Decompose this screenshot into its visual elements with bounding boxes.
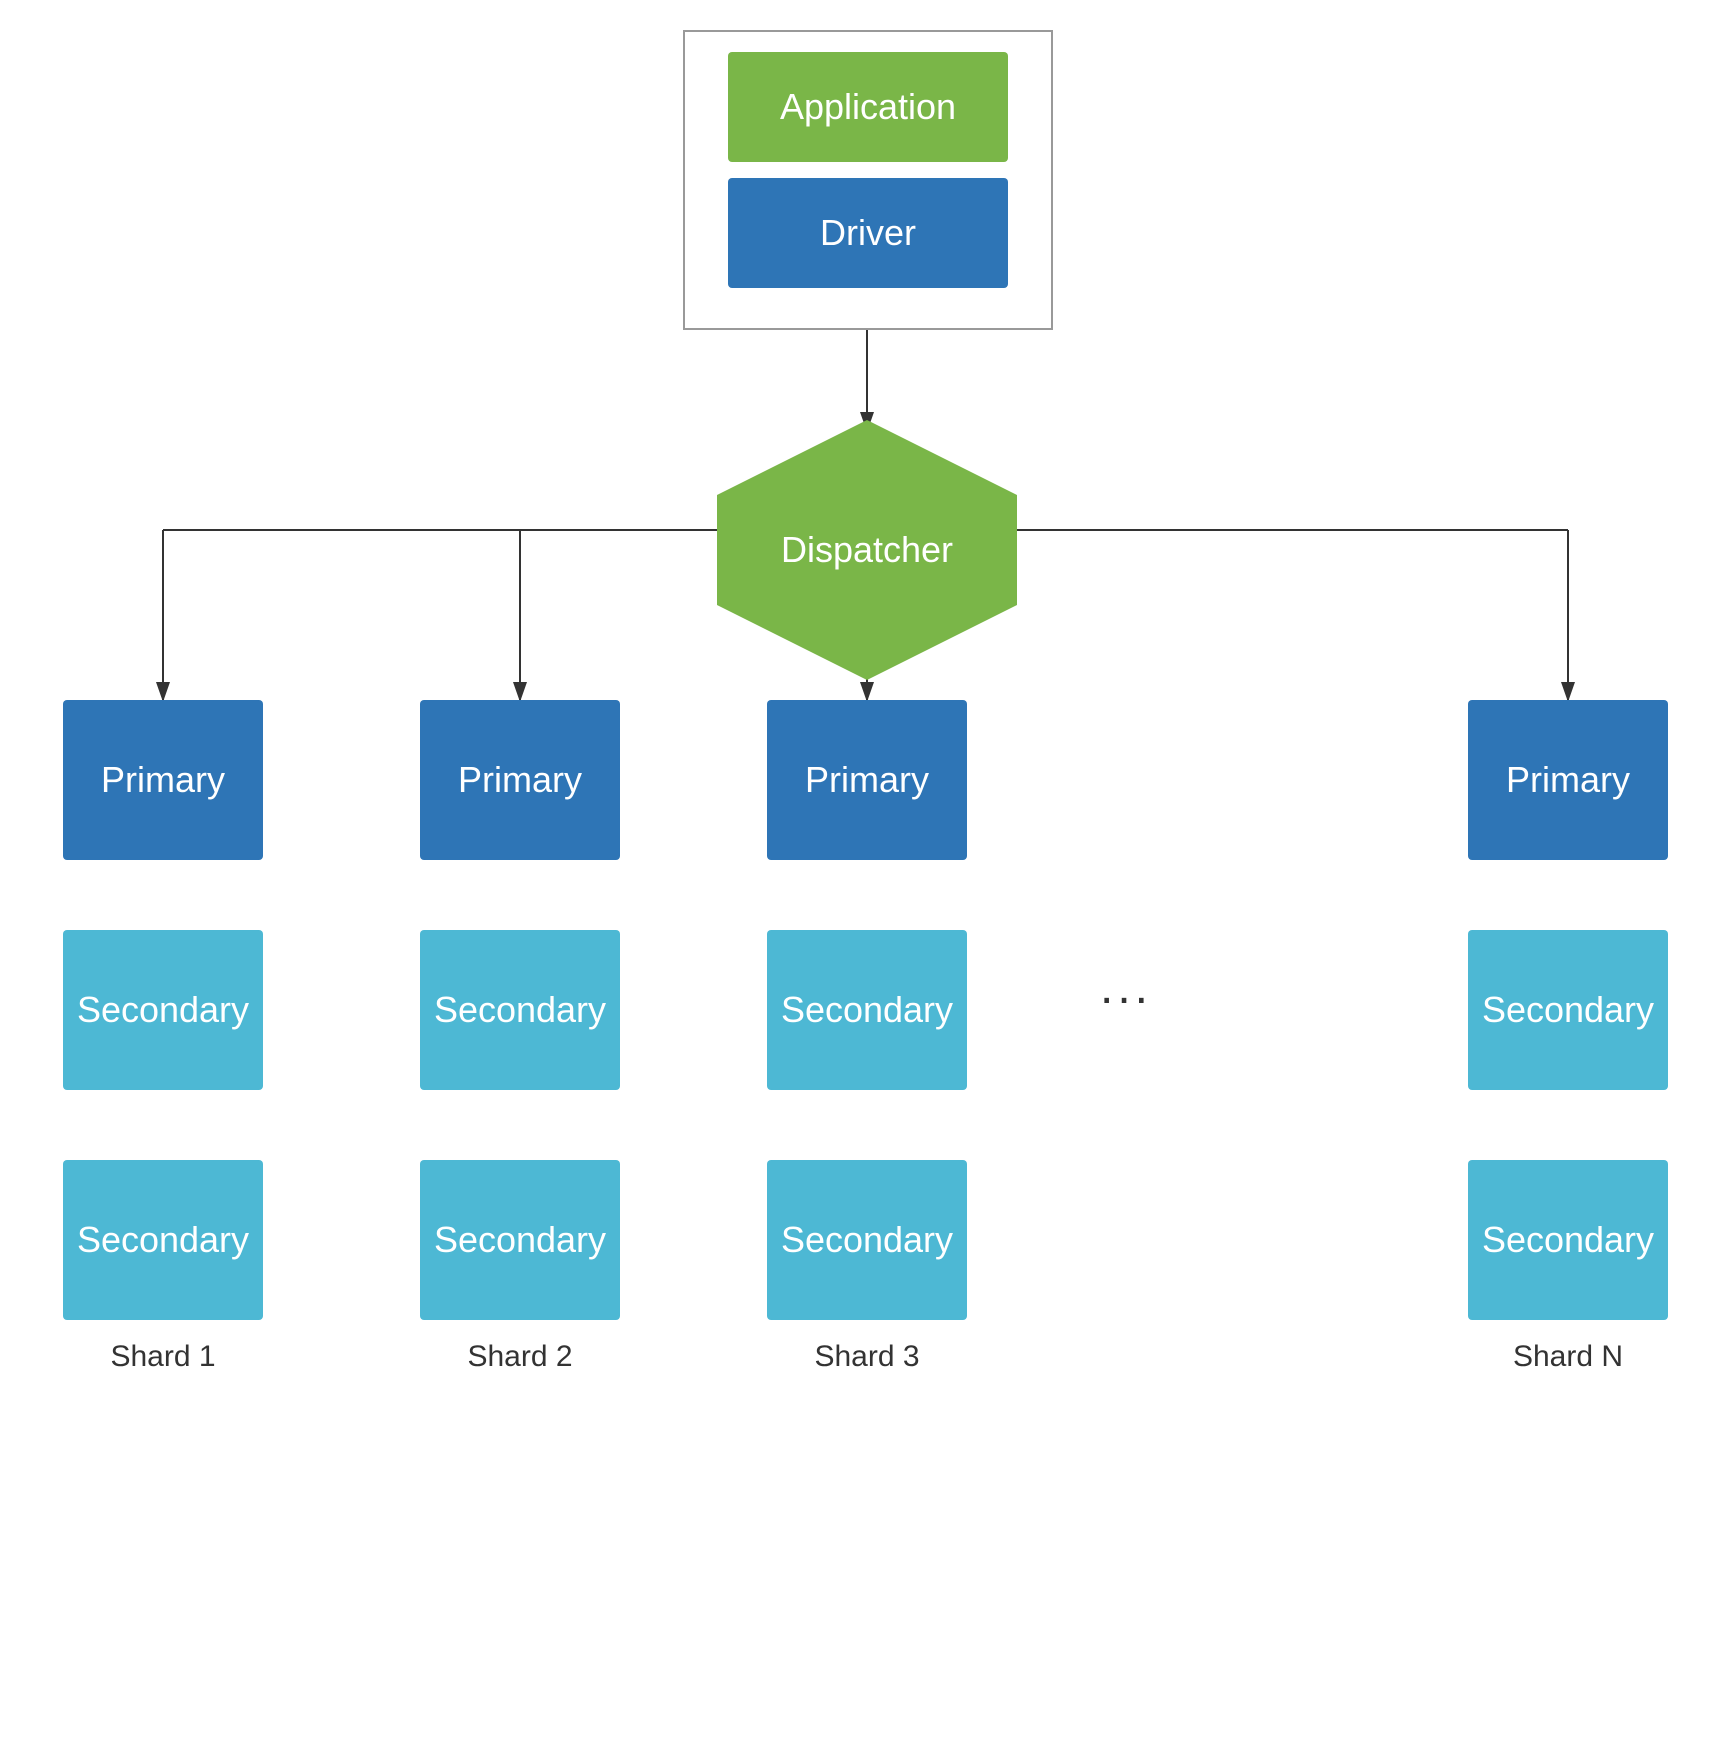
secondary1-shard2: Secondary [420, 930, 620, 1090]
ellipsis: ... [1100, 960, 1152, 1015]
primary-shard3: Primary [767, 700, 967, 860]
primary-shard1: Primary [63, 700, 263, 860]
secondary1-shardn: Secondary [1468, 930, 1668, 1090]
dispatcher-hexagon: Dispatcher [717, 420, 1017, 680]
secondary2-shard2: Secondary [420, 1160, 620, 1320]
shard2-label: Shard 2 [420, 1340, 620, 1374]
application-box: Application [728, 52, 1008, 162]
primary-shard2: Primary [420, 700, 620, 860]
diagram: Application Driver Dispatcher Primary Pr… [0, 0, 1734, 1751]
secondary1-shard1: Secondary [63, 930, 263, 1090]
secondary2-shard1: Secondary [63, 1160, 263, 1320]
secondary2-shardn: Secondary [1468, 1160, 1668, 1320]
driver-box: Driver [728, 178, 1008, 288]
shardn-label: Shard N [1468, 1340, 1668, 1374]
secondary2-shard3: Secondary [767, 1160, 967, 1320]
secondary1-shard3: Secondary [767, 930, 967, 1090]
shard1-label: Shard 1 [63, 1340, 263, 1374]
shard3-label: Shard 3 [767, 1340, 967, 1374]
app-container: Application Driver [683, 30, 1053, 330]
primary-shardn: Primary [1468, 700, 1668, 860]
